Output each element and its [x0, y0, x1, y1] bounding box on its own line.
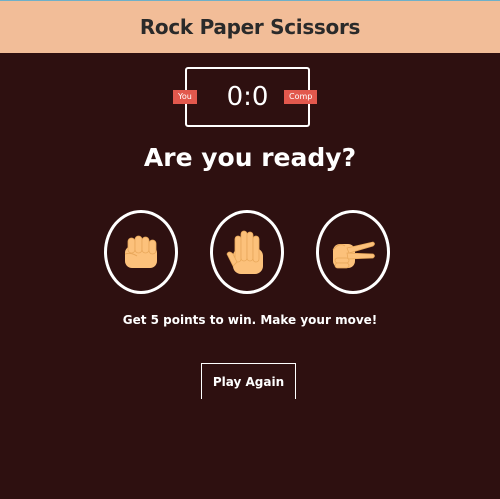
user-score-label: You	[173, 90, 197, 104]
result-text: Are you ready?	[143, 143, 357, 172]
scissors-hand-icon	[332, 241, 375, 269]
header-bar: Rock Paper Scissors	[0, 0, 500, 53]
computer-score-label: Comp	[284, 90, 318, 104]
fist-icon	[124, 235, 157, 268]
open-hand-icon	[226, 230, 263, 274]
play-again-button[interactable]: Play Again	[201, 363, 296, 399]
app-title: Rock Paper Scissors	[139, 15, 361, 39]
rock-button[interactable]	[104, 210, 178, 294]
instruction-message: Get 5 points to win. Make your move!	[122, 313, 378, 327]
scissors-button[interactable]	[316, 210, 390, 294]
paper-button[interactable]	[210, 210, 284, 294]
